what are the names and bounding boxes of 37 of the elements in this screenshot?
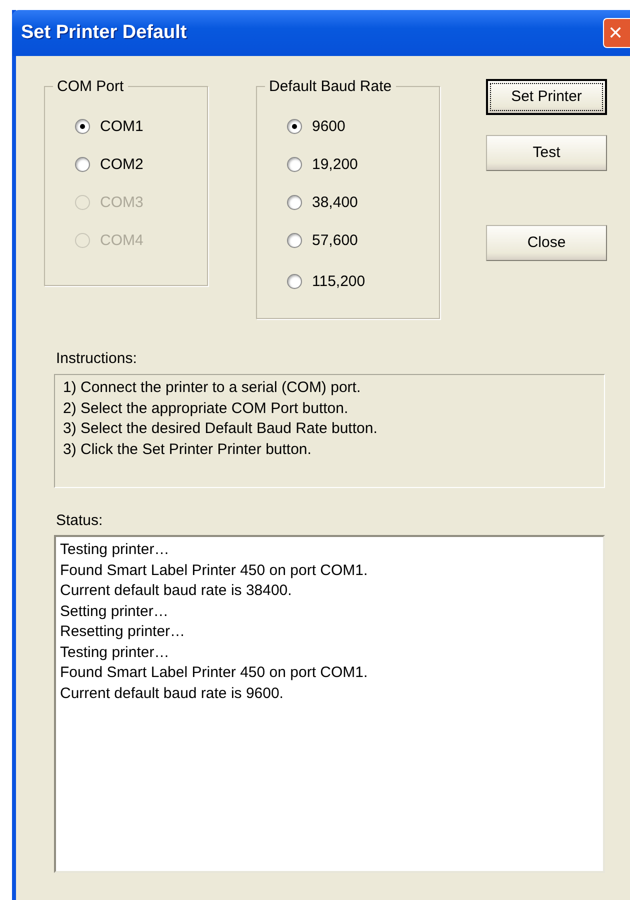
radio-label: 57,600 [312,232,358,249]
radio-button[interactable] [287,195,302,210]
status-text: Resetting printer… [60,622,186,642]
instruction-text: 3) Click the Set Printer Printer button. [63,440,312,460]
radio-label: 115,200 [312,273,366,290]
status-text: Found Smart Label Printer 450 on port COM1. [60,663,369,683]
status-text: Current default baud rate is 38400. [60,581,293,601]
radio-label: 19,200 [312,156,358,173]
group-label: COM Port [56,78,125,95]
status-text: Current default baud rate is 9600. [60,684,284,704]
status-label: Status: [56,512,104,529]
push-button[interactable]: Test [486,135,607,171]
radio-button[interactable] [75,157,90,172]
radio-label: 38,400 [312,194,358,211]
radio-label: COM1 [100,118,144,135]
radio-button[interactable] [287,274,302,289]
instructions-label: Instructions: [56,350,138,367]
radio-button[interactable] [287,233,302,248]
radio-label: 9600 [312,118,346,135]
instruction-text: 2) Select the appropriate COM Port button. [63,398,350,418]
status-text: Testing printer… [60,642,170,662]
status-text: Setting printer… [60,602,170,622]
close-button[interactable]: ✕ [603,18,630,48]
radio-button[interactable] [287,119,302,134]
instruction-text: 1) Connect the printer to a serial (COM) port. [63,378,362,398]
push-button[interactable]: Set Printer [486,79,607,115]
radio-label: COM4 [100,232,144,249]
radio-label: COM3 [100,194,144,211]
radio-label: COM2 [100,156,144,173]
group-label: Default Baud Rate [268,78,393,95]
window-title: Set Printer Default [21,22,187,44]
push-button[interactable]: Close [486,225,607,261]
status-text: Testing printer… [60,540,170,560]
instruction-text: 3) Select the desired Default Baud Rate button. [63,419,378,439]
radio-button[interactable] [75,119,90,134]
radio-button[interactable] [287,157,302,172]
status-text: Found Smart Label Printer 450 on port COM1. [60,560,369,580]
